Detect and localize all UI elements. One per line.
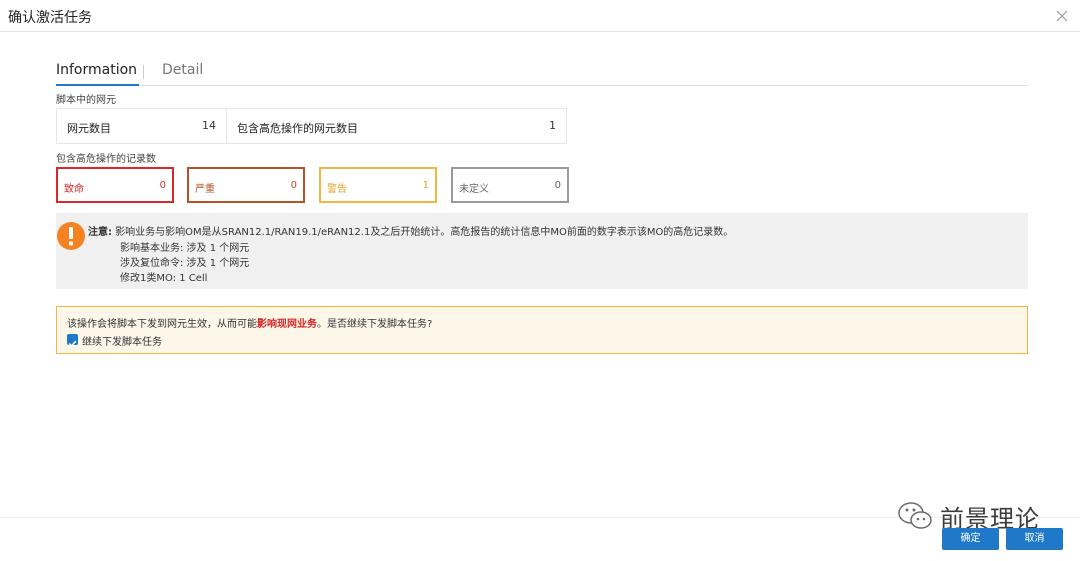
wechat-icon [898,502,932,529]
severity-serious-box: 严重 0 [187,167,305,203]
close-icon[interactable] [1052,6,1072,26]
severity-fatal-box: 致命 0 [56,167,174,203]
severity-undefined-box: 未定义 0 [451,167,569,203]
watermark: 前景理论 [896,498,1056,533]
confirm-panel: 该操作会将脚本下发到网元生效，从而可能影响现网业务。是否继续下发脚本任务? 继续… [56,306,1028,354]
severity-warning-value: 1 [422,180,429,191]
dialog-title: 确认激活任务 [8,10,92,26]
continue-checkbox[interactable] [67,334,78,348]
severity-fatal-value: 0 [159,180,166,191]
ne-count-cell: 网元数目 14 [57,109,227,143]
confirm-text-highlight: 影响现网业务 [257,319,317,330]
confirm-text-before: 该操作会将脚本下发到网元生效，从而可能 [67,319,257,330]
severity-serious-value: 0 [290,180,297,191]
tab-information[interactable]: Information [56,62,137,78]
severity-fatal-label: 致命 [64,184,84,195]
notice-main-text: 影响业务与影响OM是从SRAN12.1/RAN19.1/eRAN12.1及之后开… [115,227,734,238]
notice-prefix: 注意: [88,227,112,238]
high-risk-ne-count-cell: 包含高危操作的网元数目 1 [227,109,566,143]
continue-checkbox-label[interactable]: 继续下发脚本任务 [82,333,162,348]
severity-warning-label: 警告 [327,184,347,195]
ne-count-box: 网元数目 14 包含高危操作的网元数目 1 [56,108,567,144]
notice-main-line: 注意: 影响业务与影响OM是从SRAN12.1/RAN19.1/eRAN12.1… [88,223,733,238]
severity-undefined-label: 未定义 [459,184,489,195]
ne-count-value: 14 [202,119,216,132]
ne-count-label: 网元数目 [67,122,111,135]
active-tab-indicator [56,84,139,86]
severity-undefined-value: 0 [554,180,561,191]
confirm-activate-dialog: 确认激活任务 Information Detail 脚本中的网元 网元数目 14… [0,0,1080,561]
tab-bar: Information Detail [56,58,1028,86]
high-risk-ne-count-label: 包含高危操作的网元数目 [237,122,358,135]
severity-warning-box: 警告 1 [319,167,437,203]
notice-panel: 注意: 影响业务与影响OM是从SRAN12.1/RAN19.1/eRAN12.1… [56,213,1028,289]
notice-line-1: 影响基本业务: 涉及 1 个网元 [120,243,250,254]
tab-divider [143,65,144,79]
severity-serious-label: 严重 [195,184,215,195]
ne-section-label: 脚本中的网元 [56,95,116,106]
cancel-button[interactable]: 取消 [1006,528,1063,550]
exclamation-icon [56,221,86,251]
tab-detail[interactable]: Detail [162,62,203,78]
high-risk-ne-count-value: 1 [549,119,556,132]
dialog-header: 确认激活任务 [0,0,1080,32]
notice-line-2: 涉及复位命令: 涉及 1 个网元 [120,258,250,269]
record-section-label: 包含高危操作的记录数 [56,154,156,165]
notice-line-3: 修改1类MO: 1 Cell [120,273,208,284]
ok-button[interactable]: 确定 [942,528,999,550]
confirm-message: 该操作会将脚本下发到网元生效，从而可能影响现网业务。是否继续下发脚本任务? [67,315,432,330]
confirm-text-after: 。是否继续下发脚本任务? [317,319,433,330]
